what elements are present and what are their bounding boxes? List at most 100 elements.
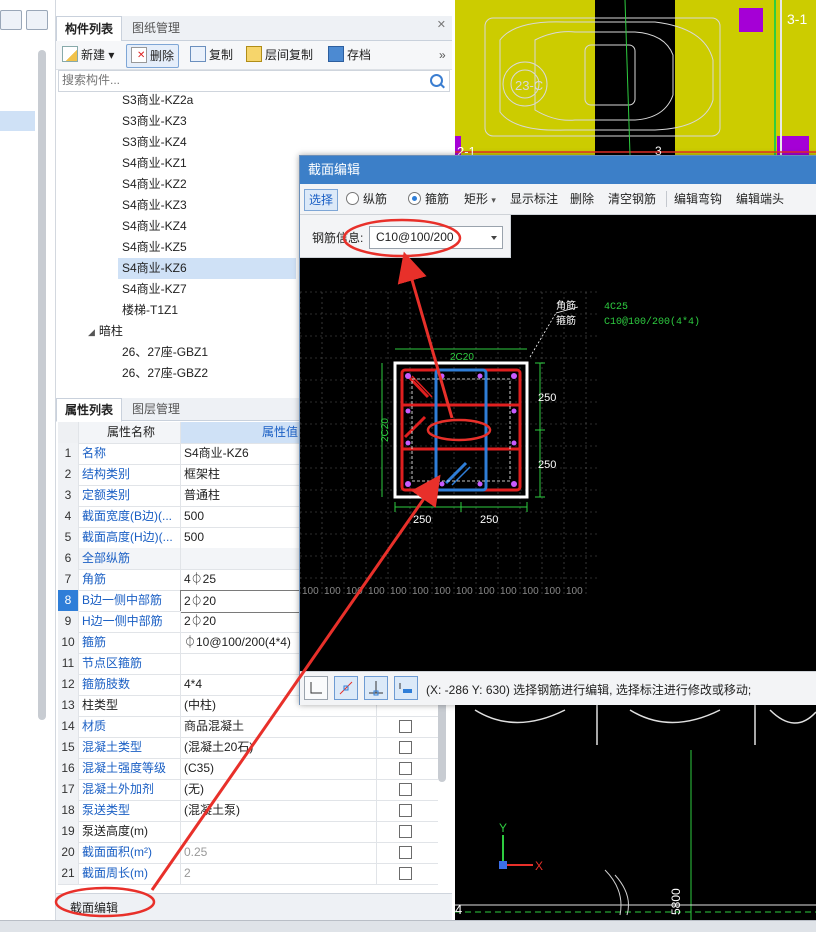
- property-checkbox[interactable]: [399, 741, 412, 754]
- property-row[interactable]: 14 材质 商品混凝土: [58, 716, 438, 738]
- side-strip-selection[interactable]: [0, 111, 35, 131]
- tree-item[interactable]: S3商业-KZ4: [122, 132, 187, 153]
- archive-button[interactable]: 存档: [328, 44, 371, 66]
- property-row[interactable]: 17 混凝土外加剂 (无): [58, 779, 438, 801]
- select-button[interactable]: 选择: [304, 189, 339, 211]
- header-num-cell: [58, 422, 79, 443]
- ortho-mode-icon[interactable]: [304, 676, 328, 700]
- copy-button[interactable]: 复制: [190, 44, 233, 66]
- component-toolbar: 新建 ▾ ✕ 删除 复制 层间复制 存档 »: [56, 41, 452, 70]
- property-name: 名称: [82, 446, 107, 460]
- collapse-triangle-icon[interactable]: ◢: [88, 327, 95, 337]
- perpendicular-snap-icon[interactable]: [364, 676, 388, 700]
- property-checkbox[interactable]: [399, 783, 412, 796]
- stirrup-radio[interactable]: 箍筋: [408, 189, 449, 209]
- tree-item[interactable]: S4商业-KZ5: [122, 237, 187, 258]
- tree-item[interactable]: S4商业-KZ3: [122, 195, 187, 216]
- chevron-down-icon[interactable]: [491, 236, 497, 240]
- dimension-label: 250: [413, 514, 431, 526]
- property-extra: [376, 737, 439, 758]
- tree-item[interactable]: S4商业-KZ7: [122, 279, 187, 300]
- grid-tick-label: 100: [324, 586, 341, 597]
- offset-snap-icon[interactable]: [394, 676, 418, 700]
- property-row[interactable]: 21 截面周长(m) 2: [58, 863, 438, 885]
- property-row[interactable]: 15 混凝土类型 (混凝土20石): [58, 737, 438, 759]
- edit-end-button[interactable]: 编辑端头: [736, 189, 784, 209]
- dimension-label: 250: [538, 459, 556, 471]
- section-edit-tab[interactable]: 截面编辑: [70, 899, 118, 916]
- property-checkbox[interactable]: [399, 867, 412, 880]
- parking-outline: [455, 699, 816, 745]
- grid-tick-label: 100: [368, 586, 385, 597]
- property-name: 混凝土强度等级: [82, 761, 167, 775]
- tree-item[interactable]: S4商业-KZ4: [122, 216, 187, 237]
- grid-tick-label: 100: [346, 586, 363, 597]
- tree-item[interactable]: 26、27座-GBZ2: [122, 363, 208, 384]
- property-checkbox[interactable]: [399, 720, 412, 733]
- property-value[interactable]: (混凝土泵): [180, 800, 376, 821]
- tab-layer-management[interactable]: 图层管理: [124, 398, 188, 420]
- grid-tick-label: 100: [478, 586, 495, 597]
- tree-item-selected[interactable]: S4商业-KZ6: [118, 258, 296, 279]
- new-button[interactable]: 新建 ▾: [62, 44, 114, 66]
- show-annotation-button[interactable]: 显示标注: [510, 189, 558, 209]
- property-row[interactable]: 20 截面面积(m²) 0.25: [58, 842, 438, 864]
- tab-drawing-management[interactable]: 图纸管理: [124, 16, 188, 40]
- shape-dropdown[interactable]: 矩形 ▾: [464, 189, 496, 209]
- property-value[interactable]: (C35): [180, 758, 376, 779]
- delete-rebar-button[interactable]: 删除: [570, 189, 594, 209]
- delete-button[interactable]: ✕ 删除: [126, 44, 180, 68]
- property-name: 箍筋肢数: [82, 677, 131, 691]
- tree-group-hidden-column[interactable]: ◢ 暗柱: [88, 321, 123, 342]
- tab-property-list[interactable]: 属性列表: [56, 398, 123, 422]
- cad-axis-label: 4: [455, 902, 462, 917]
- row-number: 1: [58, 443, 79, 464]
- tree-item[interactable]: S3商业-KZ2a: [122, 90, 193, 111]
- search-icon[interactable]: [430, 74, 443, 87]
- toolbar-more-icon[interactable]: »: [439, 44, 446, 66]
- rebar-info-value: C10@100/200: [376, 230, 454, 244]
- snap-line-icon[interactable]: [334, 676, 358, 700]
- grid-tick-label: 100: [302, 586, 319, 597]
- tree-item[interactable]: S4商业-KZ1: [122, 153, 187, 174]
- tab-component-list[interactable]: 构件列表: [56, 16, 123, 42]
- y-axis-label: Y: [499, 821, 507, 835]
- tree-item[interactable]: 楼梯-T1Z1: [122, 300, 178, 321]
- property-row[interactable]: 16 混凝土强度等级 (C35): [58, 758, 438, 780]
- property-value[interactable]: (混凝土20石): [180, 737, 376, 758]
- property-checkbox[interactable]: [399, 846, 412, 859]
- row-number: 8: [58, 590, 79, 611]
- property-checkbox[interactable]: [399, 825, 412, 838]
- panel-close-icon[interactable]: ✕: [437, 18, 446, 31]
- side-strip-scrollbar[interactable]: [38, 50, 46, 720]
- rebar-info-select[interactable]: C10@100/200: [369, 226, 503, 249]
- longitudinal-radio[interactable]: 纵筋: [346, 189, 387, 209]
- property-value[interactable]: 商品混凝土: [180, 716, 376, 737]
- property-row[interactable]: 19 泵送高度(m): [58, 821, 438, 843]
- row-number: 18: [58, 800, 79, 821]
- component-search: [58, 70, 450, 92]
- property-value[interactable]: (无): [180, 779, 376, 800]
- edit-hook-button[interactable]: 编辑弯钩: [674, 189, 722, 209]
- search-input[interactable]: [59, 71, 425, 89]
- row-number: 2: [58, 464, 79, 485]
- row-number: 19: [58, 821, 79, 842]
- property-value[interactable]: 2: [180, 863, 376, 884]
- section-drawing[interactable]: 100 100 100 100 100 100 100 100 100 100 100 100 100: [300, 257, 816, 671]
- tree-item[interactable]: S3商业-KZ3: [122, 111, 187, 132]
- property-row[interactable]: 18 泵送类型 (混凝土泵): [58, 800, 438, 822]
- floor-copy-button[interactable]: 层间复制: [246, 44, 313, 66]
- property-value[interactable]: 0.25: [180, 842, 376, 863]
- clear-rebar-button[interactable]: 清空钢筋: [608, 189, 656, 209]
- property-extra: [376, 716, 439, 737]
- tree-item[interactable]: S4商业-KZ2: [122, 174, 187, 195]
- layout-icon[interactable]: [0, 10, 22, 30]
- property-checkbox[interactable]: [399, 762, 412, 775]
- dialog-title[interactable]: 截面编辑: [300, 156, 816, 184]
- x-axis-label: X: [535, 859, 543, 873]
- grid-tick-label: 100: [412, 586, 429, 597]
- tree-item[interactable]: 26、27座-GBZ1: [122, 342, 208, 363]
- list-view-icon[interactable]: [26, 10, 48, 30]
- property-value[interactable]: [180, 821, 376, 842]
- property-checkbox[interactable]: [399, 804, 412, 817]
